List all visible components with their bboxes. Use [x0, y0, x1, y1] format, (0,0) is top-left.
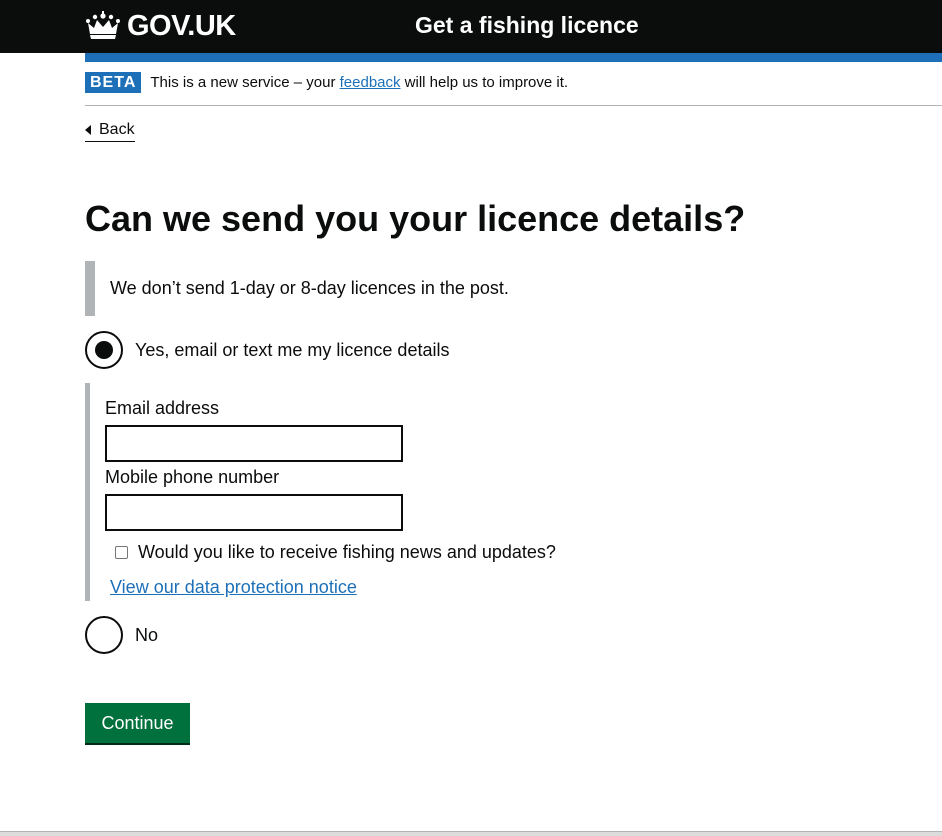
radio-yes-circle[interactable] — [85, 331, 123, 369]
email-label: Email address — [105, 398, 220, 418]
crown-icon — [85, 11, 121, 41]
inset-text: We don’t send 1-day or 8-day licences in… — [85, 261, 565, 316]
footer-border — [0, 831, 942, 836]
radio-no-circle[interactable] — [85, 616, 123, 654]
phase-banner-text: This is a new service – your feedback wi… — [150, 74, 568, 91]
header-accent-bar — [85, 53, 942, 62]
back-link[interactable]: Back — [85, 120, 135, 142]
mobile-field[interactable] — [105, 494, 403, 531]
phase-tag: BETA — [85, 72, 142, 93]
newsletter-checkbox[interactable] — [115, 546, 128, 559]
site-header: GOV.UK Get a fishing licence — [0, 0, 942, 53]
phase-text-before: This is a new service – your — [150, 74, 340, 91]
back-arrow-icon — [85, 125, 91, 135]
radio-yes-email-text[interactable]: Yes, email or text me my licence details — [85, 331, 449, 369]
phase-banner: BETA This is a new service – your feedba… — [85, 62, 942, 106]
data-protection-link[interactable]: View our data protection notice — [110, 577, 357, 598]
feedback-link[interactable]: feedback — [340, 74, 401, 91]
continue-button[interactable]: Continue — [85, 703, 190, 743]
inset-text-content: We don’t send 1-day or 8-day licences in… — [110, 278, 509, 298]
newsletter-checkbox-row[interactable]: Would you like to receive fishing news a… — [115, 542, 556, 563]
phase-text-after: will help us to improve it. — [400, 74, 569, 91]
email-field[interactable] — [105, 425, 403, 462]
page-title: Can we send you your licence details? — [85, 198, 746, 239]
logo-text: GOV.UK — [127, 9, 236, 42]
back-label: Back — [99, 121, 135, 138]
conditional-contact-details: Email address Mobile phone number Would … — [85, 383, 605, 601]
newsletter-label: Would you like to receive fishing news a… — [138, 542, 556, 562]
govuk-logo[interactable]: GOV.UK — [85, 9, 236, 43]
service-name-link[interactable]: Get a fishing licence — [415, 12, 639, 39]
radio-no-label: No — [135, 624, 159, 645]
radio-no[interactable]: No — [85, 616, 158, 654]
mobile-label: Mobile phone number — [105, 467, 280, 487]
radio-yes-label: Yes, email or text me my licence details — [135, 339, 450, 360]
